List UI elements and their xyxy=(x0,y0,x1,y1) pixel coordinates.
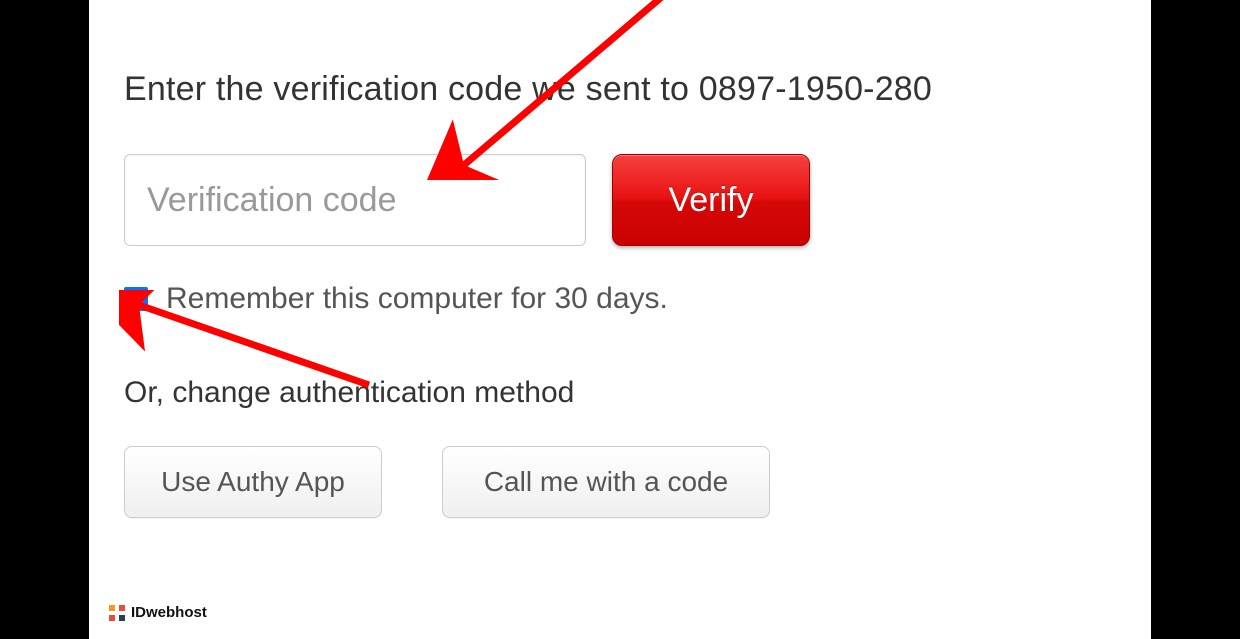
call-me-button[interactable]: Call me with a code xyxy=(442,446,770,518)
page-title: Enter the verification code we sent to 0… xyxy=(124,70,1116,109)
logo-icon xyxy=(109,605,125,621)
logo-text: IDwebhost xyxy=(131,604,207,621)
verification-code-input[interactable] xyxy=(124,154,586,246)
verification-panel: Enter the verification code we sent to 0… xyxy=(89,0,1151,639)
verify-button[interactable]: Verify xyxy=(612,154,810,246)
remember-checkbox[interactable] xyxy=(124,287,148,311)
use-authy-button[interactable]: Use Authy App xyxy=(124,446,382,518)
verify-row: Verify xyxy=(124,154,1116,246)
brand-logo: IDwebhost xyxy=(109,604,207,621)
remember-row: Remember this computer for 30 days. xyxy=(124,282,1116,316)
alt-method-row: Use Authy App Call me with a code xyxy=(124,446,1116,518)
remember-label: Remember this computer for 30 days. xyxy=(166,282,668,316)
change-method-heading: Or, change authentication method xyxy=(124,376,1116,410)
